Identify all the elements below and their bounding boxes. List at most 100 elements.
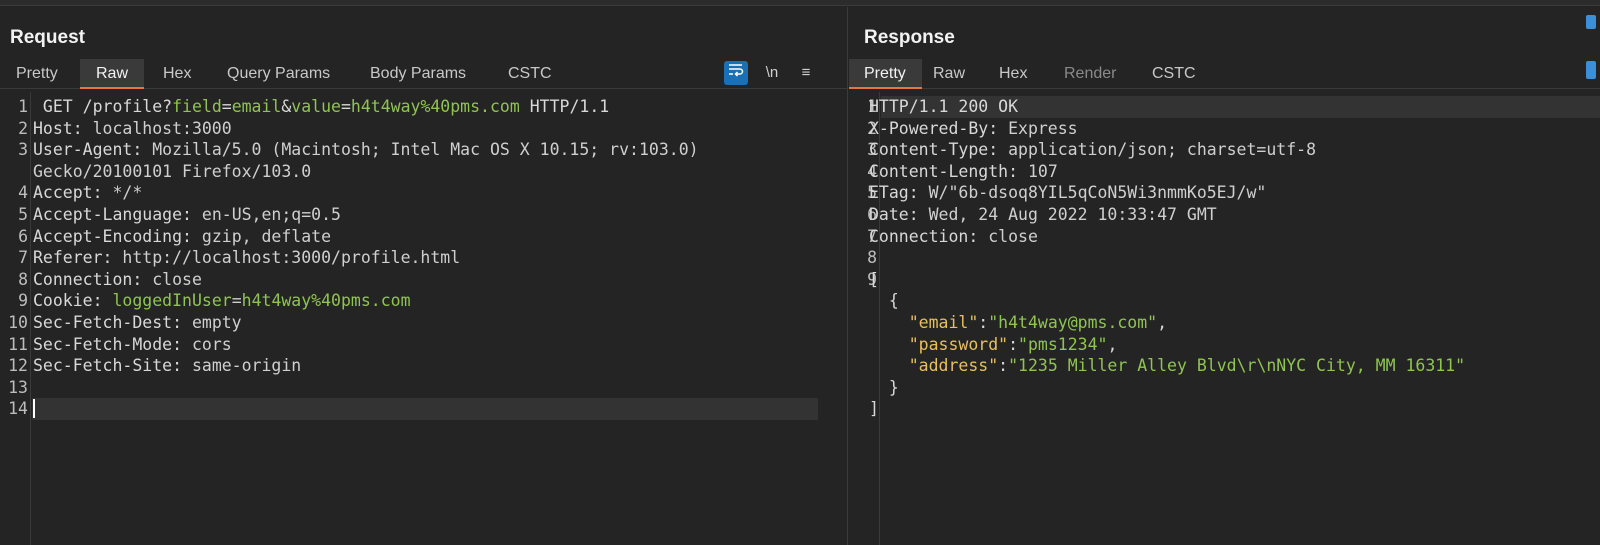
request-token: field: [172, 97, 222, 116]
response-pane: Response Pretty Raw Hex Render CSTC 1 HTT…: [849, 7, 1600, 545]
request-code-line: GET /profile?field=email&value=h4t4way%4…: [33, 96, 609, 118]
request-token: */*: [102, 183, 143, 203]
response-tab-render[interactable]: Render: [1048, 59, 1132, 89]
request-active-line-highlight: [32, 398, 818, 420]
response-token: ,: [1107, 334, 1118, 354]
response-tab-pretty[interactable]: Pretty: [849, 59, 922, 89]
request-token: en-US,en;q=0.5: [191, 205, 341, 224]
request-code-line: Connection: close: [33, 269, 202, 291]
request-tab-cstc[interactable]: CSTC: [492, 59, 568, 89]
response-code-line: HTTP/1.1 200 OK: [869, 96, 1018, 118]
request-tab-body-params[interactable]: Body Params: [354, 59, 482, 89]
request-token: HTTP/1.1: [519, 97, 610, 116]
response-token: "email": [908, 313, 979, 332]
response-token: [869, 335, 909, 354]
request-token: email: [231, 97, 282, 116]
response-token: :: [978, 313, 989, 332]
request-line-number: 7: [18, 248, 28, 268]
response-token: "address": [908, 356, 999, 376]
request-token: gzip, deflate: [191, 226, 332, 246]
request-token: Accept-Encoding:: [33, 226, 192, 246]
request-line-number: [0, 161, 28, 183]
request-line-number: 11: [8, 334, 28, 354]
request-token: =: [221, 97, 232, 116]
request-token: h4t4way%40pms.com: [241, 291, 411, 311]
request-line-number: 1: [18, 97, 28, 116]
request-token: =: [231, 291, 242, 311]
request-line-number: 8: [18, 269, 28, 289]
request-line-number: 3: [18, 140, 28, 160]
response-code-line: }: [869, 377, 899, 399]
window-top-bar: [0, 0, 1600, 6]
request-line-number: 6: [18, 226, 28, 246]
response-code-line: Date: Wed, 24 Aug 2022 10:33:47 GMT: [869, 204, 1217, 226]
response-token: ]: [869, 399, 879, 419]
response-code-line: "email":"h4t4way@pms.com",: [869, 312, 1167, 334]
request-token: &: [281, 97, 292, 116]
request-token: empty: [182, 313, 242, 332]
response-token: [869, 313, 909, 332]
request-token: GET /profile?: [33, 97, 173, 116]
response-tab-raw[interactable]: Raw: [917, 59, 981, 89]
response-tab-cstc[interactable]: CSTC: [1136, 59, 1212, 89]
response-toolbar-icon[interactable]: [1586, 61, 1596, 79]
request-code-line: Referer: http://localhost:3000/profile.h…: [33, 247, 460, 269]
response-title: Response: [864, 27, 955, 48]
request-tab-hex[interactable]: Hex: [147, 59, 207, 89]
response-tab-hex[interactable]: Hex: [983, 59, 1043, 89]
request-token: Mozilla/5.0 (Macintosh; Intel Mac OS X 1…: [142, 140, 699, 160]
request-token: same-origin: [182, 356, 302, 376]
request-tab-raw[interactable]: Raw: [80, 59, 145, 89]
wrap-lines-glyph: [729, 64, 744, 77]
request-toolbar: \n ≡: [724, 61, 824, 85]
request-tab-query-params[interactable]: Query Params: [211, 59, 346, 89]
request-editor[interactable]: 1 GET /profile?field=email&value=h4t4way…: [0, 92, 847, 545]
request-token: Connection:: [33, 269, 143, 289]
request-token: Cookie:: [33, 291, 103, 311]
request-code-line: User-Agent: Mozilla/5.0 (Macintosh; Inte…: [33, 139, 699, 161]
request-token: Sec-Fetch-Mode:: [33, 334, 183, 354]
newline-toggle-button[interactable]: \n: [760, 61, 784, 85]
request-title: Request: [10, 27, 85, 48]
request-token: Sec-Fetch-Dest:: [33, 313, 183, 332]
wrap-lines-icon[interactable]: [724, 61, 748, 85]
request-text-cursor: [33, 399, 35, 419]
response-token: [869, 356, 909, 375]
panel-layout-icon[interactable]: [1586, 15, 1596, 29]
response-token: Wed, 24 Aug 2022 10:33:47 GMT: [918, 205, 1217, 224]
request-token: h4t4way%40pms.com: [350, 97, 520, 116]
response-token: "pms1234": [1018, 334, 1108, 354]
response-code-line: Connection: close: [869, 226, 1038, 248]
response-editor[interactable]: 1 HTTP/1.1 200 OK 2 X-Powered-By: Express 3 C…: [849, 92, 1600, 545]
request-code-line: Accept-Language: en-US,en;q=0.5: [33, 204, 341, 226]
response-token: Express: [998, 118, 1078, 138]
request-tab-pretty[interactable]: Pretty: [0, 59, 74, 89]
response-token: HTTP/1.1 200 OK: [869, 97, 1019, 116]
response-token: "h4t4way@pms.com": [988, 313, 1158, 332]
request-token: localhost:3000: [82, 118, 232, 138]
request-token: Accept:: [33, 183, 103, 203]
request-token: Accept-Language:: [33, 205, 192, 224]
response-tabs: Pretty Raw Hex Render CSTC: [849, 59, 1600, 89]
response-token: [: [869, 269, 879, 289]
response-token: ,: [1157, 313, 1168, 332]
response-token: Connection:: [869, 226, 979, 246]
request-token: close: [142, 269, 202, 289]
response-token: Content-Type:: [869, 140, 999, 160]
response-code-line: {: [869, 290, 899, 312]
response-token: W/"6b-dsoq8YIL5qCoN5Wi3nmmKo5EJ/w": [918, 183, 1267, 203]
menu-icon[interactable]: ≡: [794, 61, 818, 85]
request-token: cors: [182, 334, 232, 354]
response-token: :: [998, 356, 1009, 376]
request-line-number: 14: [8, 399, 28, 419]
response-token: X-Powered-By:: [869, 118, 999, 138]
request-code-line: Sec-Fetch-Site: same-origin: [33, 355, 301, 377]
request-line-number: 13: [8, 377, 28, 397]
request-code-line: Sec-Fetch-Dest: empty: [33, 312, 242, 334]
request-token: Referer:: [33, 248, 113, 268]
response-code-line: Content-Length: 107: [869, 161, 1058, 183]
response-token: ETag:: [869, 183, 919, 203]
request-code-line: Host: localhost:3000: [33, 118, 232, 140]
response-code-line: Content-Type: application/json; charset=…: [869, 139, 1316, 161]
response-code-line: [: [869, 269, 879, 291]
